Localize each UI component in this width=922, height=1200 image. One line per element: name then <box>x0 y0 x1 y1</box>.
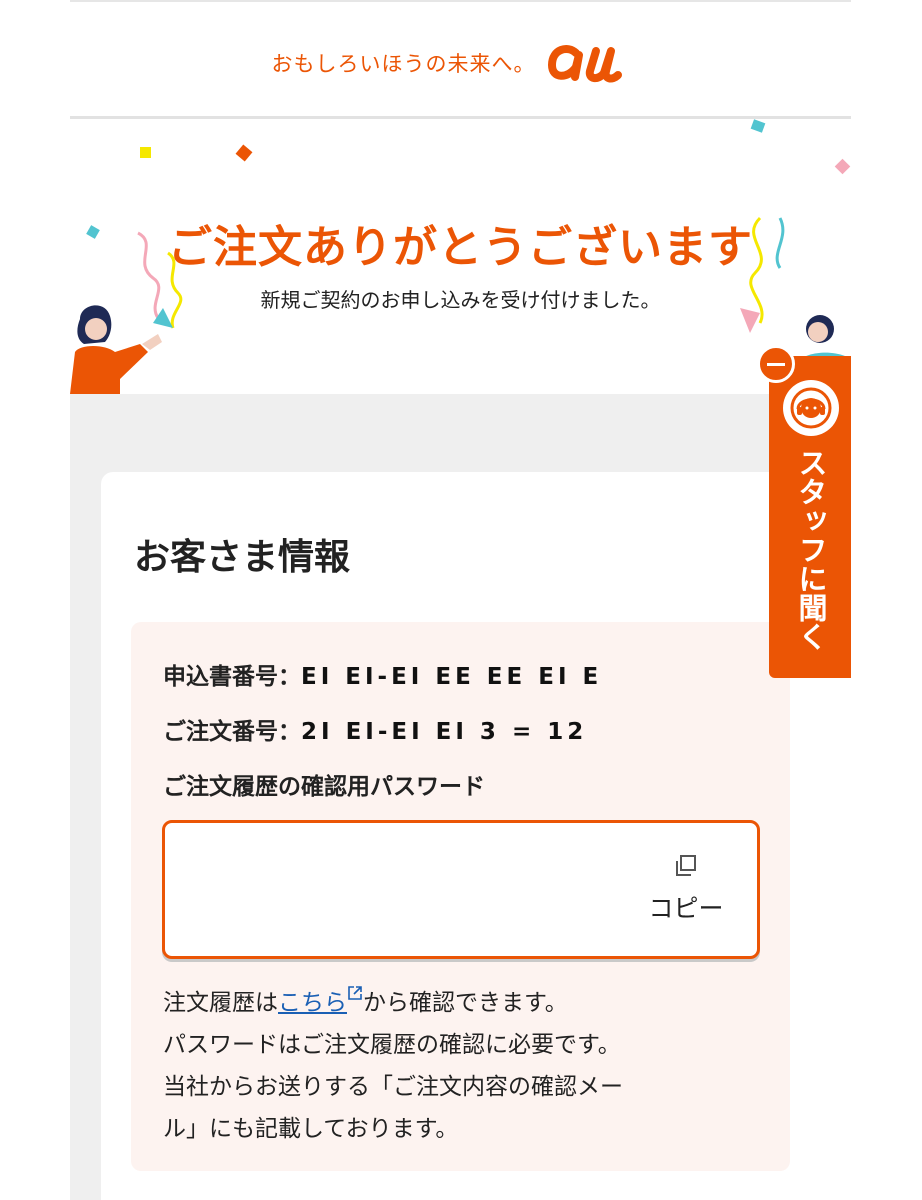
site-header: おもしろいほうの未来へ。 <box>70 2 851 116</box>
confetti-square <box>235 144 253 162</box>
minus-icon <box>767 362 785 366</box>
copy-label: コピー <box>648 894 724 923</box>
application-number-label: 申込書番号： <box>163 664 301 690</box>
copy-button[interactable]: コピー <box>641 853 731 925</box>
au-logo[interactable] <box>546 35 650 85</box>
order-number-value: 2I EI-EI EI 3 = 12 <box>301 719 588 745</box>
brand-tagline: おもしろいほうの未来へ。 <box>271 52 536 76</box>
application-number-row: 申込書番号：EI EI-EI EE EE EI E <box>163 657 602 691</box>
ask-staff-label[interactable]: スタッフに聞く <box>790 448 830 651</box>
thank-you-hero: ご注文ありがとうございます 新規ご契約のお申し込みを受け付けました。 <box>70 119 851 394</box>
confetti-square <box>140 147 151 158</box>
application-number-value: EI EI-EI EE EE EI E <box>301 664 603 690</box>
note-line1-after: から確認できます。 <box>363 990 568 1016</box>
external-link-icon[interactable] <box>347 985 363 1001</box>
password-label: ご注文履歴の確認用パスワード <box>163 774 485 800</box>
note-line1-before: 注文履歴は <box>163 990 278 1016</box>
order-number-label: ご注文番号： <box>163 719 301 745</box>
password-field[interactable]: コピー <box>162 820 760 959</box>
woman-illustration <box>70 305 162 394</box>
confetti-square <box>750 119 766 133</box>
copy-icon <box>676 855 696 876</box>
section-title-customer-info: お客さま情報 <box>134 537 351 578</box>
thank-you-subtitle: 新規ご契約のお申し込みを受け付けました。 <box>260 288 661 312</box>
collapse-staff-button[interactable] <box>757 345 795 383</box>
note-email-line1: 当社からお送りする「ご注文内容の確認メー <box>163 1074 623 1100</box>
support-agent-icon <box>783 380 839 436</box>
order-history-note: 注文履歴はこちら から確認できます。 <box>163 983 568 1017</box>
order-history-link[interactable]: こちら <box>278 990 347 1016</box>
thank-you-heading: ご注文ありがとうございます <box>168 222 753 273</box>
note-password-required: パスワードはご注文履歴の確認に必要です。 <box>163 1032 621 1058</box>
note-email-line2: ル」にも記載しております。 <box>163 1116 459 1142</box>
confetti-square <box>834 158 851 175</box>
order-number-row: ご注文番号：2I EI-EI EI 3 = 12 <box>163 712 587 746</box>
